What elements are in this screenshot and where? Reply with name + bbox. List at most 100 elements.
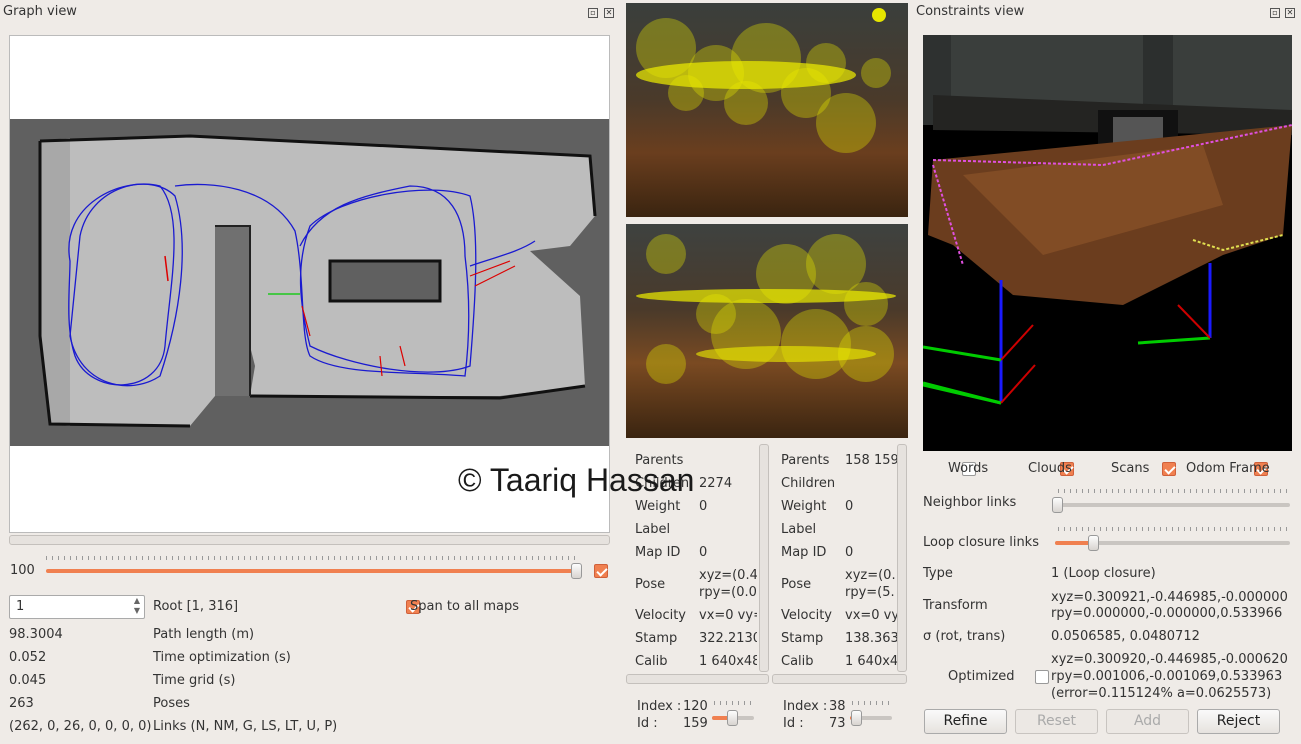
info-value: 0 <box>845 545 854 560</box>
info-value: rpy=(5. <box>845 585 895 600</box>
info-value: 0 <box>699 499 708 514</box>
transform-value: xyz=0.300921,-0.446985,-0.000000 <box>1051 590 1288 605</box>
info-key: Label <box>635 522 671 537</box>
root-label: Root [1, 316] <box>153 599 239 614</box>
words-label: Words <box>948 461 989 476</box>
info-key: Weight <box>781 499 827 514</box>
info-key: Calib <box>635 654 668 669</box>
info-key: Parents <box>781 453 830 468</box>
info-left-h-scrollbar[interactable] <box>626 674 769 684</box>
reject-button[interactable]: Reject <box>1197 709 1280 734</box>
stat-label: Time grid (s) <box>153 673 236 688</box>
stat-value: 98.3004 <box>9 627 63 642</box>
index-value: 38 <box>829 699 846 714</box>
root-spinbox-value: 1 <box>16 599 25 614</box>
id-value: 73 <box>829 716 846 731</box>
slider-ticks <box>1058 527 1290 531</box>
id-label: Id : <box>783 716 804 731</box>
info-left-v-scrollbar[interactable] <box>759 444 769 672</box>
info-key: Velocity <box>781 608 832 623</box>
neighbor-links-handle[interactable] <box>1052 497 1063 513</box>
info-value: vx=0 vy <box>845 608 897 623</box>
optimized-value: (error=0.115124% a=0.0625573) <box>1051 686 1272 701</box>
scans-checkbox[interactable] <box>1161 461 1176 476</box>
info-value: 0 <box>699 545 708 560</box>
type-label: Type <box>923 566 953 581</box>
transform-label: Transform <box>923 598 988 613</box>
neighbor-links-slider[interactable] <box>1055 503 1290 507</box>
graph-slider-handle[interactable] <box>571 563 582 579</box>
occupancy-map <box>10 119 609 446</box>
graph-view-title: Graph view <box>3 4 77 19</box>
neighbor-links-label: Neighbor links <box>923 495 1017 510</box>
constraints-view-title: Constraints view <box>916 4 1025 19</box>
info-key: Map ID <box>781 545 827 560</box>
graph-slider-value: 100 <box>10 563 35 578</box>
node-info-right: Parents 158 159 Children Weight 0 Label … <box>772 444 897 674</box>
optimized-value: xyz=0.300920,-0.446985,-0.000620 <box>1051 652 1288 667</box>
info-value: 0 <box>845 499 854 514</box>
graph-slider[interactable] <box>46 569 576 573</box>
id-value: 159 <box>683 716 708 731</box>
info-value: 138.363 <box>845 631 897 646</box>
graph-slider-checkbox[interactable] <box>594 563 608 578</box>
odom-frame-label: Odom Frame <box>1186 461 1270 476</box>
stat-value: 263 <box>9 696 34 711</box>
close-icon[interactable]: ✕ <box>1285 8 1295 18</box>
info-right-v-scrollbar[interactable] <box>897 444 907 672</box>
info-key: Velocity <box>635 608 686 623</box>
clouds-label: Clouds <box>1028 461 1072 476</box>
info-value: 1 640x4 <box>845 654 897 669</box>
index-label: Index : <box>783 699 828 714</box>
info-key: Label <box>781 522 817 537</box>
stat-value: (262, 0, 26, 0, 0, 0, 0) <box>9 719 152 734</box>
optimized-value: rpy=0.001006,-0.001069,0.533963 <box>1051 669 1283 684</box>
spin-arrows-icon[interactable]: ▲ ▼ <box>134 596 140 616</box>
refine-button[interactable]: Refine <box>924 709 1007 734</box>
reset-button[interactable]: Reset <box>1015 709 1098 734</box>
id-label: Id : <box>637 716 658 731</box>
float-icon[interactable]: ▫ <box>588 8 598 18</box>
info-key: Stamp <box>635 631 678 646</box>
constraints-3d-view[interactable] <box>923 35 1292 451</box>
transform-value: rpy=0.000000,-0.000000,0.533966 <box>1051 606 1283 621</box>
index-slider-right-handle[interactable] <box>851 710 862 726</box>
info-key: Children <box>781 476 836 491</box>
scans-label: Scans <box>1111 461 1150 476</box>
float-icon[interactable]: ▫ <box>1270 8 1280 18</box>
loop-closure-label: Loop closure links <box>923 535 1039 550</box>
loop-closure-handle[interactable] <box>1088 535 1099 551</box>
stat-label: Poses <box>153 696 190 711</box>
info-value: xyz=(0.4 <box>699 568 757 583</box>
add-button[interactable]: Add <box>1106 709 1189 734</box>
optimized-checkbox[interactable] <box>1034 669 1049 684</box>
close-icon[interactable]: ✕ <box>604 8 614 18</box>
index-label: Index : <box>637 699 682 714</box>
index-slider-left-handle[interactable] <box>727 710 738 726</box>
stat-label: Links (N, NM, G, LS, LT, U, P) <box>153 719 338 734</box>
info-value: 1 640x48 <box>699 654 757 669</box>
info-value: rpy=(0.0 <box>699 585 757 600</box>
slider-ticks <box>714 701 752 705</box>
stat-label: Time optimization (s) <box>153 650 291 665</box>
graph-h-scrollbar[interactable] <box>9 535 610 545</box>
feature-overlay <box>636 8 891 153</box>
image-view-top[interactable] <box>626 3 908 217</box>
stat-value: 0.045 <box>9 673 47 688</box>
image-view-bottom[interactable] <box>626 224 908 438</box>
stat-value: 0.052 <box>9 650 47 665</box>
root-spinbox[interactable]: 1 ▲ ▼ <box>9 595 145 619</box>
sigma-label: σ (rot, trans) <box>923 629 1006 644</box>
info-right-h-scrollbar[interactable] <box>772 674 907 684</box>
info-key: Pose <box>635 577 666 592</box>
optimized-label: Optimized <box>948 669 1015 684</box>
info-value: vx=0 vy= <box>699 608 757 623</box>
slider-ticks <box>852 701 890 705</box>
type-value: 1 (Loop closure) <box>1051 566 1156 581</box>
info-key: Weight <box>635 499 681 514</box>
span-label: Span to all maps <box>410 599 520 614</box>
graph-canvas[interactable] <box>9 35 610 533</box>
info-value: xyz=(0. <box>845 568 896 583</box>
info-value: 158 159 <box>845 453 897 468</box>
info-key: Pose <box>781 577 812 592</box>
